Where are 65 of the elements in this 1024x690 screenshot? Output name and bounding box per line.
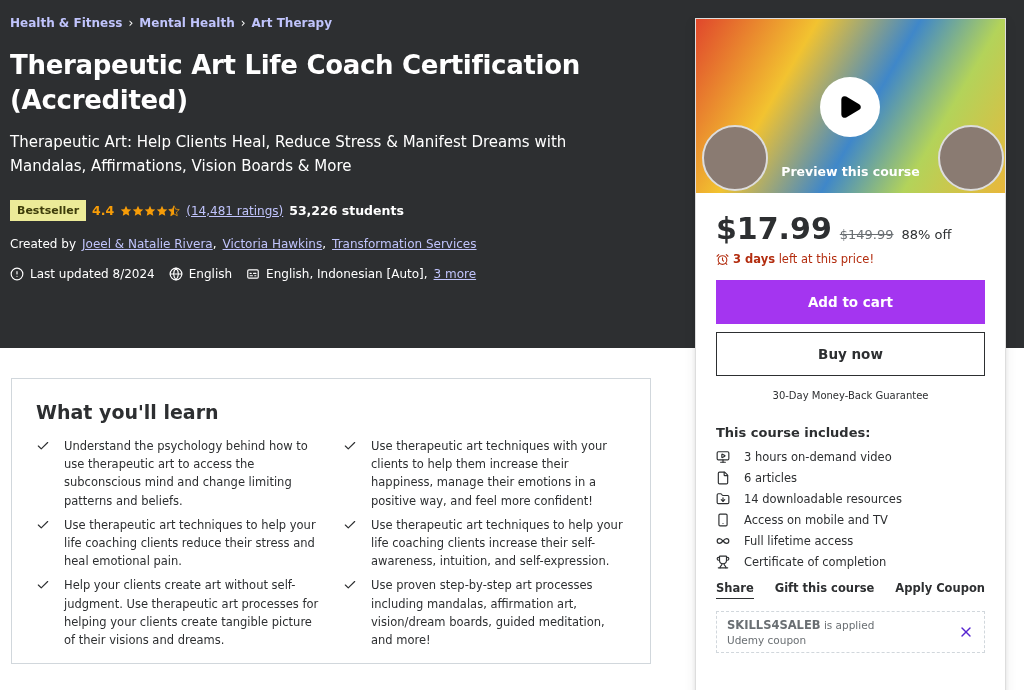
deadline-text: 3 days left at this price!: [733, 252, 875, 266]
alert-icon: [10, 267, 24, 281]
instructor-link[interactable]: Transformation Services: [332, 237, 477, 251]
star-icon: [120, 204, 133, 217]
current-price: $17.99: [716, 211, 832, 246]
star-icon: [132, 204, 145, 217]
guarantee-text: 30-Day Money-Back Guarantee: [771, 390, 930, 401]
action-link[interactable]: Gift this course: [774, 581, 875, 599]
learn-item: Use therapeutic art techniques to help your life coaching clients increase their self-awareness, intuition, and self-expression.: [371, 516, 624, 571]
include-item: 3 hours on-demand video: [744, 450, 892, 464]
meta-text: Last updated 8/2024: [30, 267, 155, 281]
original-price: $149.99: [839, 227, 894, 242]
trophy-icon: [716, 555, 730, 569]
captions-icon: [246, 267, 261, 281]
includes-title: This course includes:: [716, 425, 872, 440]
breadcrumb-separator: ›: [128, 16, 134, 30]
globe-icon: [168, 267, 183, 281]
comma: ,: [212, 237, 217, 251]
coupon-status: SKILLS4SALEB is applied: [727, 618, 875, 632]
include-item: Full lifetime access: [744, 534, 854, 548]
ratings-link[interactable]: (14,481 ratings): [186, 203, 284, 218]
instructor-link[interactable]: Joeel & Natalie Rivera: [82, 237, 213, 251]
course-subtitle: Therapeutic Art: Help Clients Heal, Reduce Stress & Manifest Dreams with Mandalas, Affirmations, Vision Boards & More: [10, 132, 568, 177]
check-icon: [343, 439, 357, 453]
learn-item: Help your clients create art without self-judgment. Use therapeutic art processes for helping your clients create tangible picture of their visions and dreams.: [64, 577, 319, 650]
learn-item: Use therapeutic art techniques to help your life coaching clients reduce their stress and heal emotional pain.: [64, 516, 317, 571]
meta-text: English, Indonesian [Auto],: [266, 267, 428, 281]
video-icon: [716, 450, 730, 464]
file-icon: [716, 471, 730, 485]
learn-item: Use therapeutic art techniques with your clients to help them increase their happiness, manage their emotions in a positive way, and feel more confident!: [371, 438, 608, 510]
coupon-note: Udemy coupon: [727, 634, 808, 646]
comma: ,: [322, 237, 327, 251]
bestseller-badge: Bestseller: [10, 200, 87, 221]
created-by-label: Created by: [10, 237, 77, 251]
phone-icon: [716, 513, 730, 527]
learn-item: Use proven step-by-step art processes including mandalas, affirmation art, vision/dream boards, guided meditation, and more!: [371, 577, 606, 650]
learn-item: Understand the psychology behind how to use therapeutic art to access the subconscious mind and change limiting patterns and beliefs.: [64, 438, 309, 510]
breadcrumb-link[interactable]: Mental Health: [139, 16, 235, 30]
students-count: 53,226 students: [289, 203, 404, 218]
buy-now-button[interactable]: Buy now: [716, 332, 985, 376]
meta-text: English: [188, 267, 233, 281]
avatar-circle: [938, 125, 1004, 191]
play-button[interactable]: [820, 77, 880, 137]
breadcrumb-link[interactable]: Health & Fitness: [10, 16, 123, 30]
include-item: Certificate of completion: [744, 555, 887, 569]
breadcrumb-separator: ›: [240, 16, 246, 30]
action-link[interactable]: Apply Coupon: [895, 581, 985, 599]
learn-title: What you'll learn: [36, 401, 220, 423]
include-item: 14 downloadable resources: [744, 492, 902, 506]
include-item: Access on mobile and TV: [744, 513, 888, 527]
star-icon: [144, 204, 157, 217]
breadcrumb-link[interactable]: Art Therapy: [251, 16, 332, 30]
add-to-cart-button[interactable]: Add to cart: [716, 280, 985, 324]
download-icon: [716, 492, 730, 506]
star-icon: [156, 204, 169, 217]
preview-label: Preview this course: [780, 164, 921, 179]
discount-text: 88% off: [901, 227, 952, 242]
rating-value: 4.4: [92, 203, 115, 218]
alarm-icon: [716, 252, 729, 266]
star-icon: [168, 204, 181, 217]
course-title: Therapeutic Art Life Coach Certification (Accredited): [10, 49, 581, 117]
check-icon: [36, 439, 50, 453]
include-item: 6 articles: [744, 471, 798, 485]
action-link[interactable]: Share: [716, 581, 754, 599]
more-link[interactable]: 3 more: [433, 267, 477, 281]
